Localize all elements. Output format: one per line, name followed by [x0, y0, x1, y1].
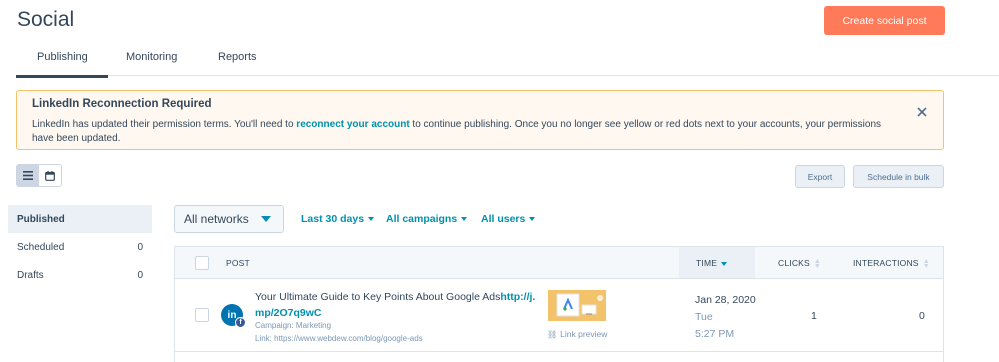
tab-reports[interactable]: Reports [218, 51, 257, 63]
post-clock: 5:27 PM [695, 328, 735, 340]
facebook-badge-icon: f [235, 317, 246, 328]
schedule-in-bulk-button[interactable]: Schedule in bulk [853, 165, 944, 188]
users-label: All users [481, 213, 526, 225]
posts-table: POST TIME CLICKS ▲ ▼ INTERACTIONS ▲ ▼ in f Y… [174, 246, 944, 362]
post-short-url-cont[interactable]: mp/2O7q9wC [255, 307, 322, 319]
link-icon: ⛓ [547, 330, 558, 339]
column-header-clicks[interactable]: CLICKS ▲ ▼ [778, 257, 822, 270]
column-header-time-label: TIME [696, 258, 718, 268]
chevron-down-icon [261, 216, 271, 222]
date-range-label: Last 30 days [301, 213, 365, 225]
select-all-checkbox[interactable] [195, 256, 209, 270]
link-preview-text: Link preview [560, 329, 608, 339]
alert-title: LinkedIn Reconnection Required [32, 98, 212, 110]
page-title: Social [17, 8, 75, 31]
column-header-interactions-label: INTERACTIONS [853, 258, 919, 268]
sidebar-item-published[interactable]: Published [8, 205, 152, 233]
sidebar-item-label: Published [17, 213, 65, 225]
sidebar-item-scheduled[interactable]: Scheduled 0 [8, 233, 152, 261]
export-button[interactable]: Export [795, 165, 845, 188]
tab-monitoring[interactable]: Monitoring [126, 51, 177, 63]
column-header-clicks-label: CLICKS [778, 258, 810, 268]
interactions-count: 0 [919, 310, 925, 322]
campaigns-filter[interactable]: All campaigns [386, 213, 468, 225]
table-row[interactable]: in f Your Ultimate Guide to Key Points A… [175, 280, 943, 352]
sort-desc-icon [721, 261, 728, 266]
link-preview-thumbnail[interactable] [548, 290, 606, 321]
close-icon[interactable] [915, 105, 929, 119]
view-toggle [16, 164, 62, 187]
campaigns-label: All campaigns [386, 213, 458, 225]
post-short-url[interactable]: http://j. [500, 291, 535, 303]
tab-publishing[interactable]: Publishing [16, 51, 108, 78]
reconnect-account-link[interactable]: reconnect your account [296, 119, 409, 130]
sidebar-item-drafts[interactable]: Drafts 0 [8, 261, 152, 289]
sort-icon: ▲ ▼ [922, 257, 930, 270]
sort-icon: ▲ ▼ [813, 257, 822, 270]
network-select[interactable]: All networks [174, 205, 284, 233]
sidebar-item-label: Scheduled [17, 241, 65, 253]
caret-down-icon [461, 217, 468, 222]
post-link: Link: https://www.webdew.com/blog/google… [255, 334, 423, 343]
list-view-icon[interactable] [17, 165, 39, 186]
sidebar: Published Scheduled 0 Drafts 0 [8, 205, 152, 289]
column-header-interactions[interactable]: INTERACTIONS ▲ ▼ [853, 257, 930, 270]
row-checkbox[interactable] [195, 308, 209, 322]
column-header-time[interactable]: TIME [696, 258, 728, 268]
users-filter[interactable]: All users [481, 213, 536, 225]
sidebar-item-count: 0 [137, 269, 143, 281]
clicks-count: 1 [811, 310, 817, 322]
post-day: Tue [695, 311, 713, 323]
tab-bar: Publishing Monitoring Reports [16, 42, 999, 78]
caret-down-icon [368, 217, 375, 222]
post-time: Jan 28, 2020 Tue 5:27 PM [695, 292, 756, 343]
caret-down-icon [529, 217, 536, 222]
alert-body-text: LinkedIn has updated their permission te… [32, 119, 297, 130]
calendar-view-icon[interactable] [39, 165, 61, 186]
post-text: Your Ultimate Guide to Key Points About … [255, 291, 501, 303]
sidebar-item-count: 0 [137, 241, 143, 253]
post-date: Jan 28, 2020 [695, 294, 756, 306]
sidebar-item-label: Drafts [17, 269, 44, 281]
linkedin-reconnect-alert: LinkedIn Reconnection Required LinkedIn … [16, 90, 944, 150]
column-header-post: POST [226, 258, 250, 268]
table-header: POST TIME CLICKS ▲ ▼ INTERACTIONS ▲ ▼ [175, 247, 943, 279]
network-select-value: All networks [184, 212, 249, 226]
post-campaign: Campaign: Marketing [255, 321, 332, 330]
alert-body: LinkedIn has updated their permission te… [32, 118, 882, 146]
post-content[interactable]: Your Ultimate Guide to Key Points About … [255, 289, 540, 321]
date-range-filter[interactable]: Last 30 days [301, 213, 375, 225]
link-preview-label: ⛓ Link preview [547, 329, 607, 339]
create-social-post-button[interactable]: Create social post [824, 6, 945, 35]
